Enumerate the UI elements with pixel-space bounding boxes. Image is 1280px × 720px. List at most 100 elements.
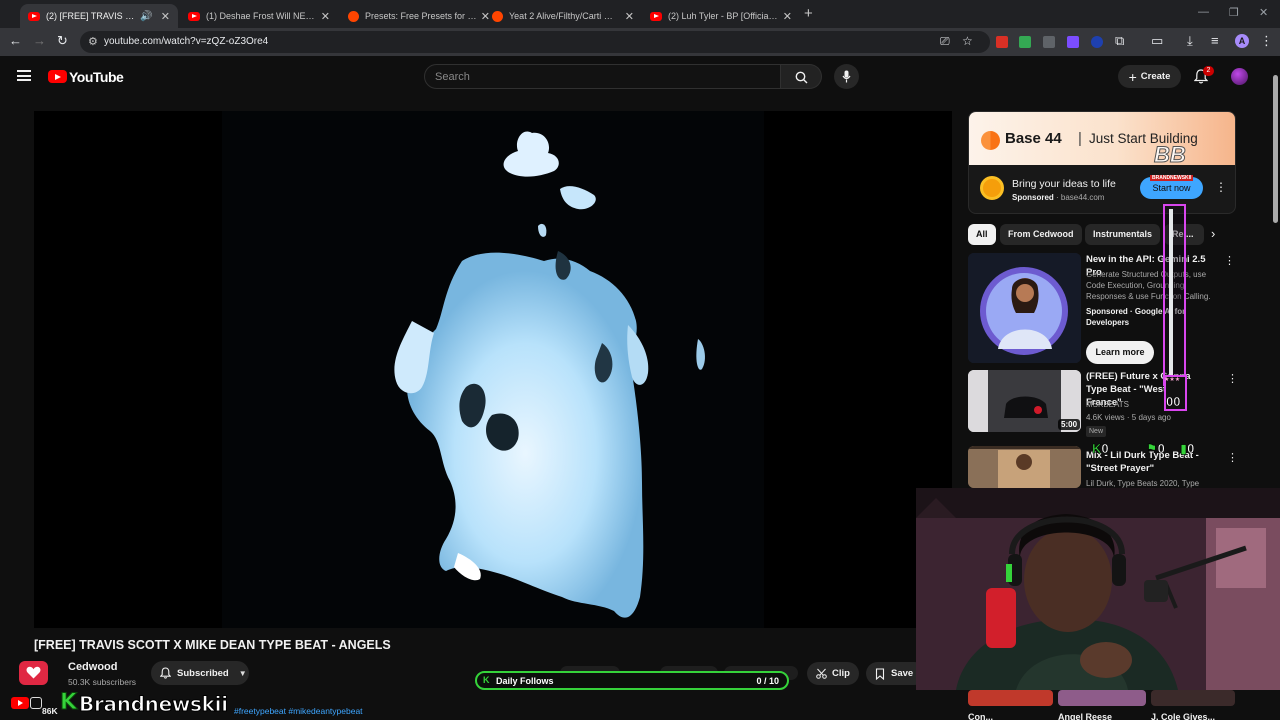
sponsored-ad-card[interactable]: Base 44 | Just Start Building Bring your… bbox=[968, 111, 1236, 214]
browser-tab-5[interactable]: (2) Luh Tyler - BP [Official Music Video… bbox=[642, 4, 800, 28]
clip-button[interactable]: Clip bbox=[807, 662, 859, 685]
forward-icon[interactable]: → bbox=[33, 33, 46, 48]
shorts-label[interactable]: J. Cole Gives... bbox=[1151, 712, 1215, 720]
video-title: [FREE] TRAVIS SCOTT X MIKE DEAN TYPE BEA… bbox=[34, 638, 391, 652]
rec-thumbnail[interactable] bbox=[968, 253, 1081, 363]
youtube-masthead: YouTube + Create 2 bbox=[0, 56, 1280, 98]
maximize-icon[interactable]: ❐ bbox=[1229, 6, 1239, 19]
rec-channel[interactable]: MSKBEATS bbox=[1086, 399, 1216, 410]
hamburger-menu-icon[interactable] bbox=[17, 70, 31, 81]
daily-follows-overlay: K Daily Follows 0 / 10 bbox=[475, 671, 789, 690]
kick-follower-counter: K0 bbox=[1092, 441, 1109, 457]
shorts-thumbnail[interactable] bbox=[968, 690, 1053, 706]
shorts-thumbnail[interactable] bbox=[1151, 690, 1235, 706]
more-options-icon[interactable]: ⋮ bbox=[1215, 180, 1227, 194]
subscribed-label: Subscribed bbox=[177, 667, 229, 679]
browser-tab-4[interactable]: Yeat 2 Alive/Filthy/Carti WLR/Ken Carson… bbox=[484, 4, 642, 28]
more-options-icon[interactable]: ⋮ bbox=[1224, 254, 1235, 267]
bookmark-star-icon[interactable]: ☆ bbox=[962, 34, 973, 48]
cast-icon[interactable]: ⎚ bbox=[940, 34, 950, 49]
stream-meter-bar bbox=[1169, 209, 1173, 377]
close-tab-icon[interactable]: ✕ bbox=[625, 10, 634, 23]
learn-more-button[interactable]: Learn more bbox=[1086, 341, 1154, 364]
address-bar[interactable]: ⚙ youtube.com/watch?v=zQZ-oZ3Ore4 ⎚ ☆ bbox=[80, 31, 990, 53]
new-badge: New bbox=[1086, 426, 1107, 437]
youtube-favicon-icon bbox=[28, 11, 40, 21]
subscriber-count: 50.3K subscribers bbox=[68, 677, 137, 687]
streamer-name-overlay: Brandnewskii bbox=[79, 692, 229, 717]
speaker-icon[interactable]: 🔊 bbox=[140, 11, 152, 22]
browser-tab-bar: (2) [FREE] TRAVIS SCOTT X MIKE DEAN TYPE… bbox=[0, 0, 1280, 28]
voice-search-button[interactable] bbox=[834, 64, 859, 89]
ad-banner[interactable]: Base 44 | Just Start Building bbox=[969, 112, 1235, 165]
extensions-puzzle-icon[interactable]: ⧉ bbox=[1115, 33, 1124, 49]
video-player[interactable] bbox=[34, 111, 952, 628]
chevron-down-icon: ▼ bbox=[238, 668, 247, 678]
media-control-icon[interactable]: ≡ bbox=[1211, 33, 1219, 48]
streamer-webcam bbox=[916, 488, 1280, 690]
chevron-right-icon[interactable]: › bbox=[1211, 226, 1215, 241]
more-options-icon[interactable]: ⋮ bbox=[1227, 372, 1238, 385]
shorts-thumbnail[interactable] bbox=[1058, 690, 1146, 706]
download-icon[interactable]: ⤓ bbox=[1187, 33, 1193, 49]
browser-profile-avatar[interactable]: A bbox=[1235, 34, 1249, 48]
tab-title: (2) [FREE] TRAVIS SCOTT X MIKE DEAN TYPE… bbox=[46, 11, 136, 21]
channel-name[interactable]: Cedwood bbox=[68, 661, 118, 673]
search-button[interactable] bbox=[781, 64, 822, 89]
create-label: Create bbox=[1140, 71, 1171, 82]
shorts-label[interactable]: Angel Reese bbox=[1058, 712, 1112, 720]
extension-blue-icon[interactable] bbox=[1091, 36, 1103, 48]
close-tab-icon[interactable]: ✕ bbox=[321, 10, 330, 23]
bb-tag: BRANDNEWSKII bbox=[1150, 175, 1194, 181]
youtube-favicon-icon bbox=[188, 11, 200, 21]
bell-icon bbox=[160, 667, 171, 679]
browser-menu-icon[interactable]: ⋮ bbox=[1260, 33, 1273, 49]
browser-tab-3[interactable]: Presets: Free Presets for your Music ✕ bbox=[340, 4, 498, 28]
back-icon[interactable]: ← bbox=[9, 33, 22, 48]
youtube-favicon-icon bbox=[650, 11, 662, 21]
close-tab-icon[interactable]: ✕ bbox=[161, 10, 170, 23]
youtube-logo-icon[interactable] bbox=[48, 70, 67, 83]
browser-tab-2[interactable]: (1) Deshae Frost Will NEVER Not Be Funny… bbox=[180, 4, 338, 28]
subscribed-button[interactable]: Subscribed ▼ bbox=[151, 661, 249, 685]
site-info-icon[interactable]: ⚙ bbox=[88, 35, 98, 48]
tab-title: Yeat 2 Alive/Filthy/Carti WLR/Ken Carson bbox=[509, 11, 621, 21]
microphone-icon bbox=[842, 70, 851, 83]
browser-tab-1[interactable]: (2) [FREE] TRAVIS SCOTT X MIKE DEAN TYPE… bbox=[20, 4, 178, 28]
youtube-social-icon bbox=[11, 697, 29, 709]
extension-grid-icon[interactable] bbox=[1043, 36, 1055, 48]
chip-from-cedwood[interactable]: From Cedwood bbox=[1000, 224, 1082, 245]
tab-title: (2) Luh Tyler - BP [Official Music Video… bbox=[668, 11, 779, 21]
search-input[interactable] bbox=[424, 64, 781, 89]
rec-sponsored-meta: Sponsored · Google AI for Developers bbox=[1086, 307, 1186, 327]
extension-green-icon[interactable] bbox=[1019, 36, 1031, 48]
person-icon: ⚑ bbox=[1146, 441, 1158, 457]
extension-red-icon[interactable] bbox=[996, 36, 1008, 48]
new-tab-icon[interactable]: + bbox=[804, 5, 813, 22]
follow-counter: ⚑0 bbox=[1146, 441, 1165, 457]
clip-label: Clip bbox=[832, 668, 850, 679]
more-options-icon[interactable]: ⋮ bbox=[1227, 451, 1238, 464]
side-panel-icon[interactable]: ▭ bbox=[1151, 33, 1163, 49]
plus-icon: + bbox=[1128, 68, 1137, 85]
close-window-icon[interactable]: ✕ bbox=[1259, 6, 1268, 19]
base44-logo-icon bbox=[981, 131, 1000, 150]
close-tab-icon[interactable]: ✕ bbox=[783, 10, 792, 23]
reddit-favicon-icon bbox=[492, 10, 503, 22]
chip-all[interactable]: All bbox=[968, 224, 996, 245]
advertiser-avatar bbox=[980, 176, 1004, 200]
create-button[interactable]: + Create bbox=[1118, 65, 1181, 88]
user-avatar[interactable] bbox=[1231, 68, 1248, 85]
reload-icon[interactable]: ↻ bbox=[57, 33, 68, 49]
rec-thumbnail[interactable] bbox=[968, 446, 1081, 488]
kick-icon: K bbox=[1092, 441, 1102, 457]
scrollbar-thumb[interactable] bbox=[1273, 75, 1278, 223]
shorts-label[interactable]: Con... bbox=[968, 712, 993, 720]
chip-instrumentals[interactable]: Instrumentals bbox=[1085, 224, 1161, 245]
minimize-icon[interactable]: — bbox=[1198, 6, 1209, 18]
extension-shield-icon[interactable] bbox=[1067, 36, 1079, 48]
instagram-social-icon bbox=[30, 697, 42, 709]
description-hashtags[interactable]: #freetypebeat #mikedeantypebeat bbox=[234, 706, 363, 716]
youtube-wordmark[interactable]: YouTube bbox=[69, 69, 124, 85]
kick-logo-icon: K bbox=[483, 675, 490, 685]
